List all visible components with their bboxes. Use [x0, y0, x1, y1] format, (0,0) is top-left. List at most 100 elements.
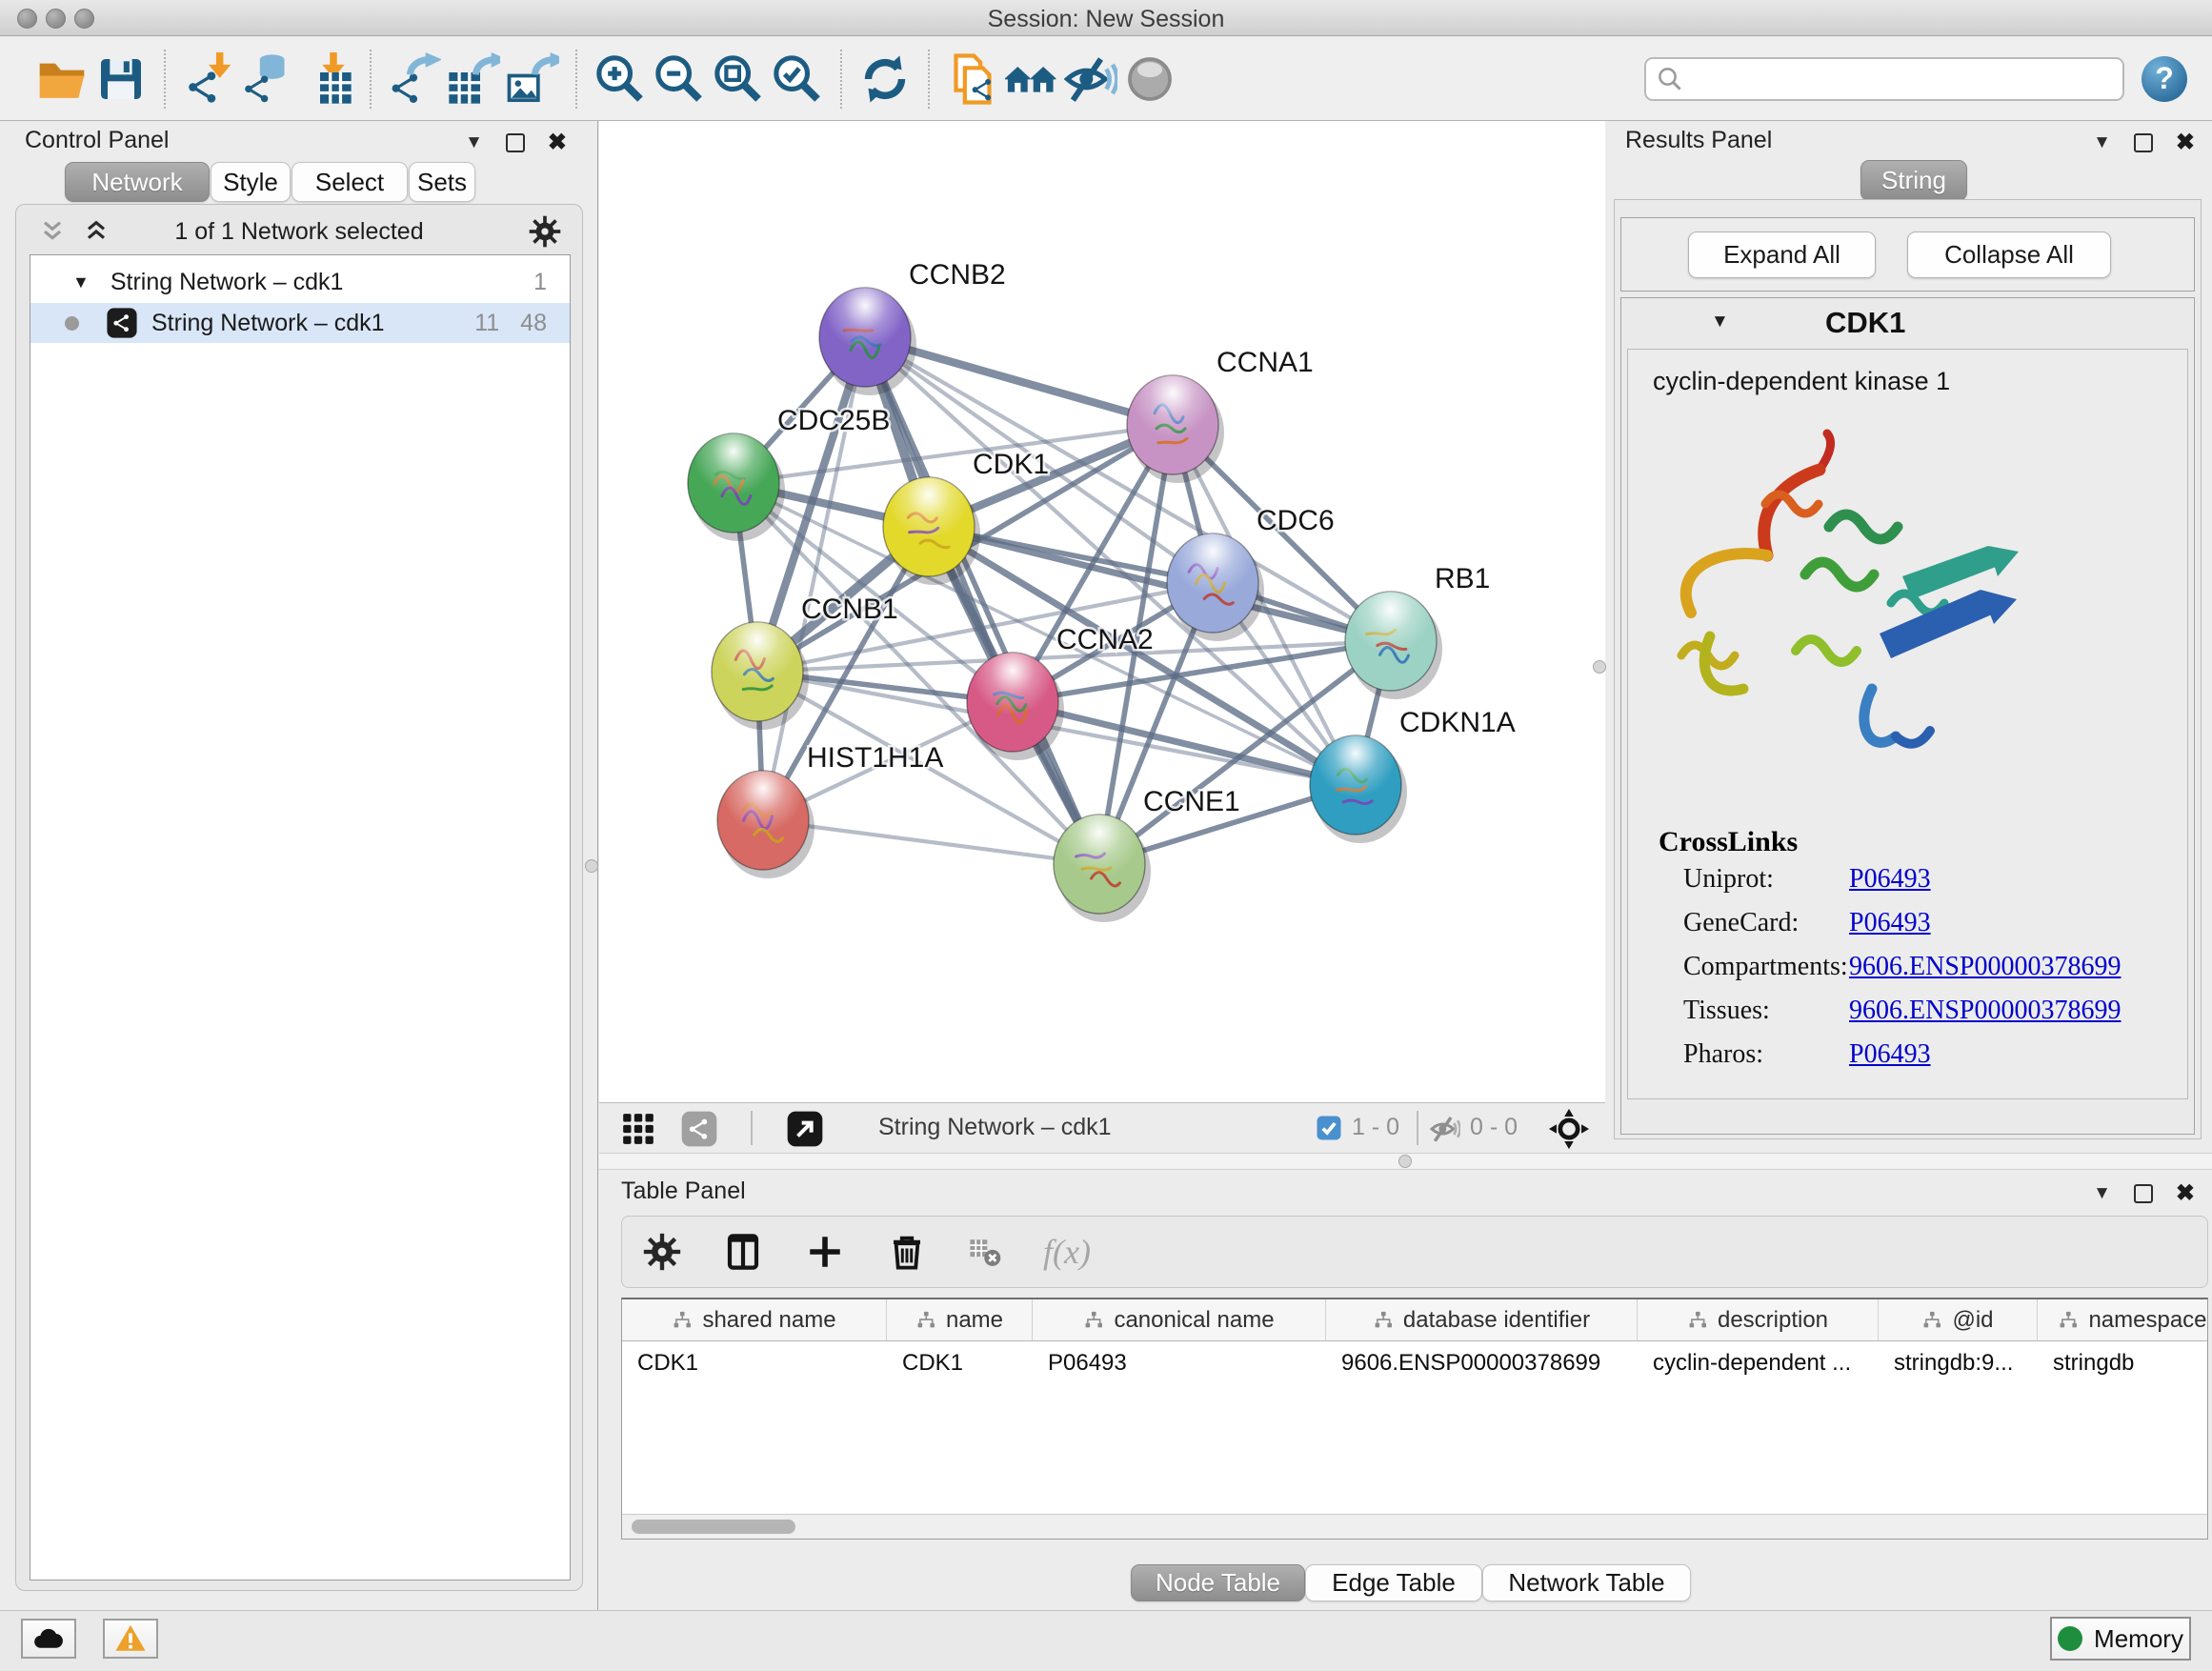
tab-edge-table[interactable]: Edge Table — [1305, 1564, 1482, 1601]
memory-button[interactable]: Memory — [2050, 1617, 2191, 1661]
birds-eye-view-icon[interactable] — [619, 1110, 657, 1148]
network-selected-status: 1 of 1 Network selected — [16, 218, 582, 246]
table-row[interactable]: CDK1CDK1P064939606.ENSP00000378699cyclin… — [622, 1342, 2208, 1384]
horizontal-splitter[interactable] — [599, 1153, 2212, 1170]
show-columns-icon[interactable] — [723, 1232, 763, 1272]
network-node-RB1[interactable]: RB1 — [1345, 563, 1490, 699]
column-header-name[interactable]: name — [887, 1299, 1033, 1340]
navigate-crosshair-icon[interactable] — [1548, 1108, 1590, 1150]
table-cell[interactable]: CDK1 — [622, 1342, 887, 1384]
first-neighbors-button[interactable] — [1002, 46, 1061, 112]
gene-description: cyclin-dependent kinase 1 — [1653, 367, 1950, 396]
open-session-button[interactable] — [32, 46, 91, 112]
apply-layout-button[interactable] — [855, 46, 915, 112]
table-cell[interactable]: stringdb:9... — [1879, 1342, 2038, 1384]
network-row-selected[interactable]: String Network – cdk1 11 48 — [30, 303, 570, 343]
collapse-all-button[interactable]: Collapse All — [1907, 232, 2111, 278]
zoom-out-button[interactable] — [650, 46, 709, 112]
table-cell[interactable]: stringdb — [2038, 1342, 2208, 1384]
column-header-description[interactable]: description — [1638, 1299, 1879, 1340]
network-node-CCNA1[interactable]: CCNA1 — [1127, 347, 1314, 483]
network-collection-row[interactable]: ▼ String Network – cdk1 1 — [30, 261, 570, 303]
open-in-view-icon[interactable] — [786, 1110, 824, 1148]
protein-structure-image — [1653, 413, 2034, 794]
delete-column-icon[interactable] — [887, 1232, 927, 1272]
network-node-CCNB2[interactable]: CCNB2 — [819, 259, 1006, 395]
network-node-HIST1H1A[interactable]: HIST1H1A — [717, 742, 943, 878]
export-table-button[interactable] — [444, 46, 503, 112]
memory-label: Memory — [2094, 1624, 2183, 1654]
crosslink-link[interactable]: 9606.ENSP00000378699 — [1849, 952, 2121, 982]
zoom-selected-button[interactable] — [768, 46, 827, 112]
table-hscrollbar[interactable] — [622, 1514, 2207, 1539]
control-panel-float-icon[interactable] — [506, 133, 525, 152]
search-box[interactable] — [1644, 57, 2124, 101]
table-settings-gear-icon[interactable] — [643, 1233, 681, 1271]
table-cell[interactable]: cyclin-dependent ... — [1638, 1342, 1879, 1384]
help-button[interactable]: ? — [2142, 56, 2187, 102]
tab-string[interactable]: String — [1860, 160, 1967, 201]
column-header-namespace[interactable]: namespace — [2038, 1299, 2208, 1340]
network-node-CDKN1A[interactable]: CDKN1A — [1310, 707, 1516, 843]
crosslink-link[interactable]: P06493 — [1849, 1039, 1931, 1070]
column-header-id[interactable]: @id — [1879, 1299, 2038, 1340]
collection-expander-icon[interactable]: ▼ — [72, 272, 90, 292]
crosslink-label: Tissues: — [1683, 996, 1770, 1026]
crosslink-link[interactable]: 9606.ENSP00000378699 — [1849, 996, 2121, 1026]
column-header-database-identifier[interactable]: database identifier — [1326, 1299, 1638, 1340]
right-splitter-handle-icon[interactable] — [1593, 660, 1606, 674]
network-node-CCNE1[interactable]: CCNE1 — [1054, 786, 1240, 922]
crosslink-link[interactable]: P06493 — [1849, 908, 1931, 938]
table-panel-menu-icon[interactable]: ▼ — [2093, 1183, 2111, 1204]
network-view: CCNB2 CCNA1 CDC25B CDK1 CDC6 RB1 CCNB1 C… — [599, 121, 1605, 1153]
search-input[interactable] — [1684, 66, 2113, 92]
import-network-button[interactable] — [179, 46, 238, 112]
results-panel-float-icon[interactable] — [2134, 133, 2153, 152]
crosslink-link[interactable]: P06493 — [1849, 864, 1931, 895]
column-header-canonical-name[interactable]: canonical name — [1033, 1299, 1326, 1340]
tab-style[interactable]: Style — [211, 162, 291, 202]
gene-section-header[interactable]: ▼ CDK1 — [1621, 298, 2194, 348]
network-edge[interactable] — [865, 337, 1099, 864]
results-panel-close-icon[interactable]: ✖ — [2176, 129, 2195, 156]
new-network-from-selection-button[interactable] — [943, 46, 1002, 112]
selected-checkbox-icon[interactable] — [1315, 1114, 1343, 1142]
table-cell[interactable]: CDK1 — [887, 1342, 1033, 1384]
import-table-button[interactable] — [297, 46, 356, 112]
gene-expander-icon[interactable]: ▼ — [1711, 312, 1729, 332]
tab-select[interactable]: Select — [292, 162, 408, 202]
hide-selected-button[interactable] — [1061, 46, 1120, 112]
hidden-eye-icon[interactable] — [1430, 1114, 1460, 1144]
control-panel-close-icon[interactable]: ✖ — [548, 129, 567, 156]
results-panel-menu-icon[interactable]: ▼ — [2093, 132, 2111, 153]
status-bar: Memory — [0, 1610, 2212, 1671]
table-panel-close-icon[interactable]: ✖ — [2176, 1179, 2195, 1207]
tab-node-table[interactable]: Node Table — [1131, 1564, 1305, 1601]
table-cell[interactable]: 9606.ENSP00000378699 — [1326, 1342, 1638, 1384]
tab-sets[interactable]: Sets — [409, 162, 475, 202]
column-header-shared-name[interactable]: shared name — [622, 1299, 887, 1340]
save-session-button[interactable] — [91, 46, 151, 112]
cloud-button[interactable] — [21, 1619, 76, 1659]
zoom-fit-button[interactable] — [709, 46, 768, 112]
export-network-button[interactable] — [385, 46, 444, 112]
control-panel-menu-icon[interactable]: ▼ — [465, 132, 483, 153]
network-node-CCNB1[interactable]: CCNB1 — [712, 594, 898, 730]
zoom-in-button[interactable] — [591, 46, 650, 112]
table-hscroll-thumb[interactable] — [632, 1520, 795, 1534]
expand-all-button[interactable]: Expand All — [1688, 232, 1876, 278]
table-panel-float-icon[interactable] — [2134, 1184, 2153, 1203]
splitter-handle-icon[interactable] — [1398, 1155, 1412, 1168]
network-node-CDC25B[interactable]: CDC25B — [688, 405, 890, 541]
network-canvas[interactable]: CCNB2 CCNA1 CDC25B CDK1 CDC6 RB1 CCNB1 C… — [599, 121, 1605, 1102]
string-badge-icon[interactable] — [680, 1110, 718, 1148]
tab-network[interactable]: Network — [65, 162, 210, 202]
table-cell[interactable]: P06493 — [1033, 1342, 1326, 1384]
add-column-icon[interactable] — [805, 1232, 845, 1272]
export-image-button[interactable] — [503, 46, 562, 112]
show-all-button[interactable] — [1120, 46, 1179, 112]
import-database-button[interactable] — [238, 46, 297, 112]
left-splitter-handle-icon[interactable] — [585, 859, 598, 873]
warning-button[interactable] — [103, 1619, 158, 1659]
tab-network-table[interactable]: Network Table — [1482, 1564, 1691, 1601]
